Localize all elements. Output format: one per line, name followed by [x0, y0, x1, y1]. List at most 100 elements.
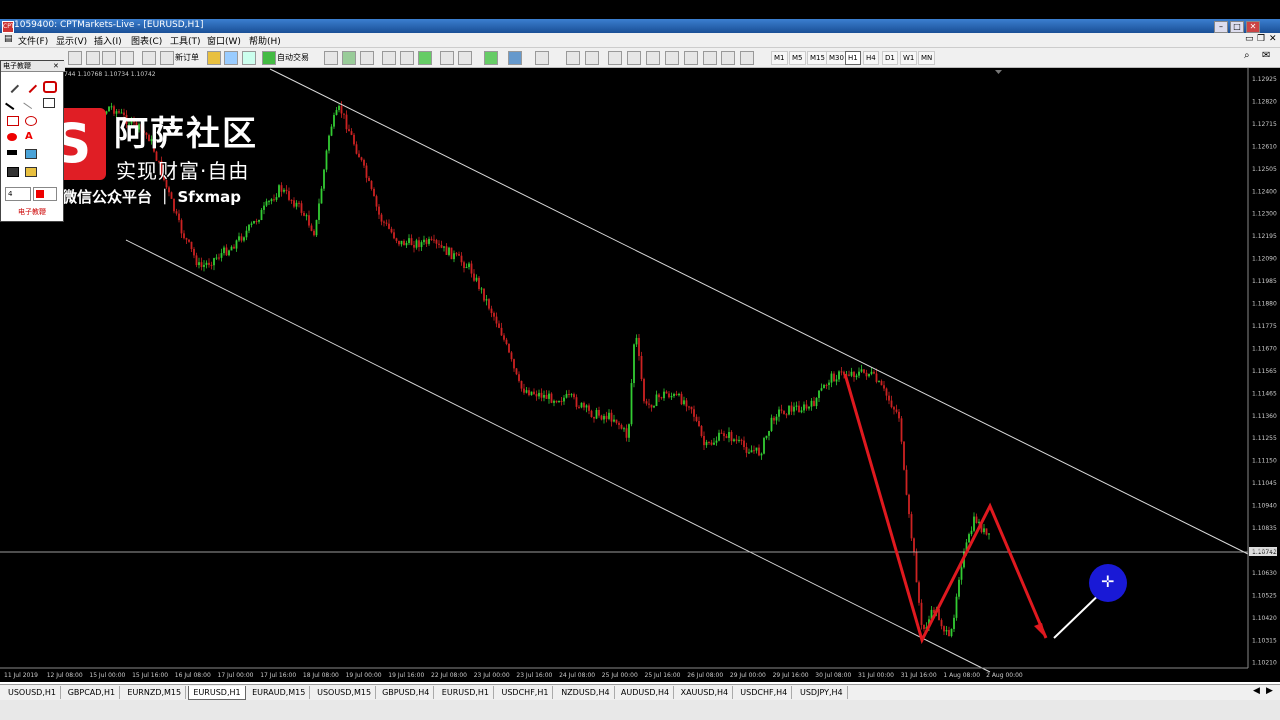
filled-ellipse-icon[interactable]	[7, 133, 17, 141]
chart-tab[interactable]: EURUSD,H1	[188, 686, 246, 700]
timeframe-m1[interactable]: M1	[771, 51, 788, 65]
candle-body	[658, 394, 660, 398]
line-tool-icon[interactable]	[5, 96, 19, 110]
metaeditor-icon[interactable]	[207, 51, 221, 65]
timeframe-d1[interactable]: D1	[882, 51, 898, 65]
crosshair-icon[interactable]	[585, 51, 599, 65]
candle-body	[368, 177, 370, 181]
arrows-icon[interactable]	[740, 51, 754, 65]
chart-tab[interactable]: GBPCAD,H1	[64, 686, 121, 699]
candlestick-icon[interactable]	[342, 51, 356, 65]
rectangle-icon[interactable]	[7, 116, 19, 126]
chart-tab[interactable]: EURNZD,M15	[123, 686, 187, 699]
menu-tools[interactable]: 工具(T)	[170, 34, 201, 47]
new-order-button[interactable]: 新订单	[175, 52, 199, 63]
bar-chart-icon[interactable]	[324, 51, 338, 65]
signals-icon[interactable]	[224, 51, 238, 65]
chart-menu-icon[interactable]: ▤	[4, 34, 13, 44]
save-icon[interactable]	[7, 167, 19, 177]
menu-charts[interactable]: 图表(C)	[131, 34, 162, 47]
chart-tab[interactable]: USDJPY,H4	[796, 686, 848, 699]
menu-window[interactable]: 窗口(W)	[207, 34, 241, 47]
zoom-in-icon[interactable]	[382, 51, 396, 65]
timeframe-mn[interactable]: MN	[918, 51, 936, 65]
profiles-icon[interactable]	[68, 51, 82, 65]
chart-tab[interactable]: AUDUSD,H4	[617, 686, 675, 699]
move-icon[interactable]	[86, 51, 100, 65]
templates-icon[interactable]	[535, 51, 549, 65]
chart-tab[interactable]: USOUSD,H1	[4, 686, 61, 699]
chart-tab[interactable]: EURAUD,M15	[248, 686, 311, 699]
chart-tab[interactable]: USDCHF,H4	[736, 686, 793, 699]
candle-body	[273, 199, 275, 201]
chart-shift-icon[interactable]	[458, 51, 472, 65]
tab-scroll-left-icon[interactable]: ◀	[1253, 686, 1260, 696]
ellipse-icon[interactable]	[25, 116, 37, 126]
text-icon[interactable]	[703, 51, 717, 65]
chart-tab[interactable]: EURUSD,H1	[438, 686, 495, 699]
auto-trading-icon[interactable]	[262, 51, 276, 65]
timeframe-h1[interactable]: H1	[845, 51, 861, 65]
timeframe-m30[interactable]: M30	[826, 51, 847, 65]
timeframe-h4[interactable]: H4	[863, 51, 879, 65]
market-icon[interactable]	[242, 51, 256, 65]
minimize-button[interactable]: –	[1214, 21, 1228, 33]
chart-tab[interactable]: GBPUSD,H4	[378, 686, 435, 699]
menu-file[interactable]: 文件(F)	[18, 34, 48, 47]
image-icon[interactable]	[25, 149, 37, 159]
label-icon[interactable]	[721, 51, 735, 65]
auto-scroll-icon[interactable]	[440, 51, 454, 65]
trendline-icon[interactable]	[646, 51, 660, 65]
price-label: 1.11775	[1252, 323, 1277, 330]
maximize-button[interactable]: □	[1230, 21, 1244, 33]
red-pen-icon[interactable]	[22, 78, 38, 94]
menu-help[interactable]: 帮助(H)	[249, 34, 281, 47]
inner-minimize-icon[interactable]: ▭	[1245, 34, 1254, 44]
chart-tab[interactable]: USOUSD,M15	[313, 686, 377, 699]
eraser-icon[interactable]	[43, 81, 57, 93]
open-icon[interactable]	[25, 167, 37, 177]
candle-body	[973, 516, 975, 531]
auto-trading-button[interactable]: 自动交易	[277, 52, 309, 63]
line-chart-icon[interactable]	[360, 51, 374, 65]
channel-icon[interactable]	[665, 51, 679, 65]
thick-line-icon[interactable]	[7, 150, 17, 155]
timeframe-w1[interactable]: W1	[900, 51, 918, 65]
inner-close-icon[interactable]: ✕	[1269, 34, 1277, 44]
inner-restore-icon[interactable]: ❐	[1257, 34, 1265, 44]
horizontal-line-icon[interactable]	[627, 51, 641, 65]
menu-insert[interactable]: 插入(I)	[94, 34, 122, 47]
terminal-icon[interactable]	[120, 51, 134, 65]
timeframe-m15[interactable]: M15	[807, 51, 828, 65]
chart-tab[interactable]: USDCHF,H1	[498, 686, 554, 699]
timeframe-m5[interactable]: M5	[789, 51, 806, 65]
tester-icon[interactable]	[142, 51, 156, 65]
cursor-icon[interactable]	[566, 51, 580, 65]
time-label: 16 Jul 08:00	[175, 672, 211, 679]
fibonacci-icon[interactable]	[684, 51, 698, 65]
menu-view[interactable]: 显示(V)	[56, 34, 87, 47]
search-icon[interactable]: ⌕	[1244, 50, 1250, 61]
close-button[interactable]: ✕	[1246, 21, 1260, 33]
arrow-tool-icon[interactable]	[43, 98, 55, 108]
color-select[interactable]	[33, 187, 57, 201]
chart-tab[interactable]: XAUUSD,H4	[677, 686, 734, 699]
candle-body	[245, 230, 248, 238]
thin-line-icon[interactable]	[23, 95, 37, 110]
chart-tab[interactable]: NZDUSD,H4	[557, 686, 615, 699]
text-tool-icon[interactable]: A	[25, 131, 33, 142]
indicators-icon[interactable]	[484, 51, 498, 65]
navigator-icon[interactable]	[102, 51, 116, 65]
panel-close-icon[interactable]: ✕	[53, 62, 59, 70]
chat-icon[interactable]: ✉	[1262, 50, 1270, 61]
width-select[interactable]: 4	[5, 187, 31, 201]
pencil-icon[interactable]	[4, 78, 20, 94]
periods-icon[interactable]	[508, 51, 522, 65]
tab-scroll-right-icon[interactable]: ▶	[1266, 686, 1273, 696]
new-order-icon[interactable]	[160, 51, 174, 65]
candle-body	[968, 534, 970, 543]
zoom-out-icon[interactable]	[400, 51, 414, 65]
price-label: 1.11880	[1252, 301, 1277, 308]
tile-windows-icon[interactable]	[418, 51, 432, 65]
vertical-line-icon[interactable]	[608, 51, 622, 65]
